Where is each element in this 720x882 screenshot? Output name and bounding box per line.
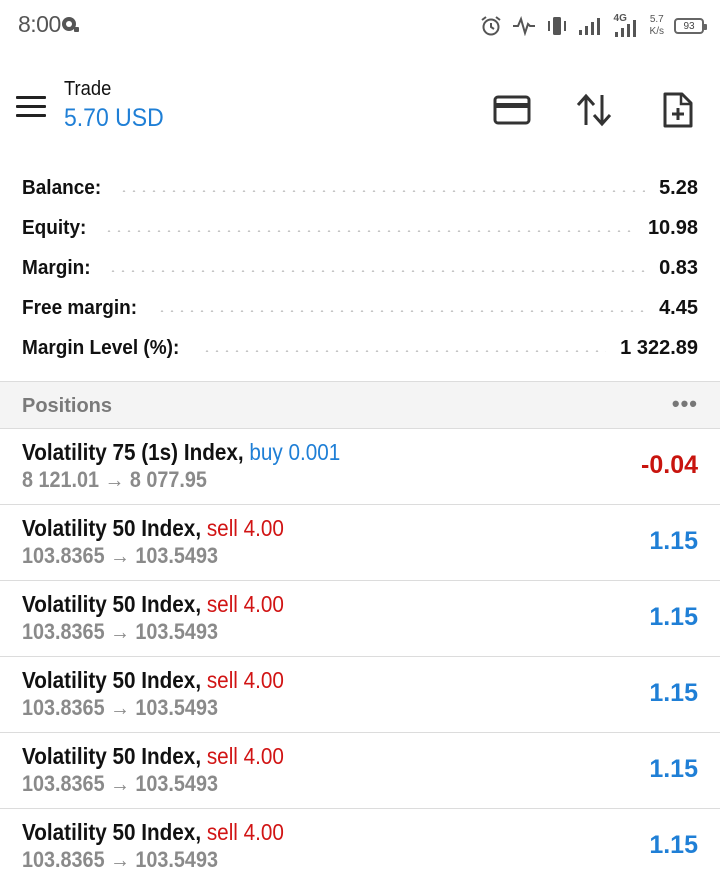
position-prices: 103.8365 → 103.5493 [22, 695, 218, 720]
position-profit: 1.15 [649, 679, 698, 707]
sort-button[interactable] [574, 90, 614, 130]
alarm-icon [480, 16, 501, 36]
position-profit: 1.15 [649, 831, 698, 859]
positions-title: Positions [22, 395, 113, 417]
deposit-button[interactable] [492, 90, 532, 130]
status-bar: 8:00 4G 5.7 K/s 93 [0, 0, 720, 52]
free-margin-label: Free margin: [22, 296, 138, 319]
app-toolbar: Trade 5.70 USD [0, 70, 720, 150]
network-speed: 5.7 K/s [649, 14, 664, 37]
balance-label: Balance: [22, 176, 102, 199]
margin-label: Margin: [22, 256, 91, 279]
position-symbol: Volatility 50 Index, [22, 819, 202, 845]
new-order-button[interactable] [658, 90, 698, 130]
position-symbol: Volatility 75 (1s) Index, [22, 439, 244, 465]
position-side: buy 0.001 [249, 439, 341, 465]
sort-arrows-icon [576, 93, 612, 127]
position-side: sell 4.00 [206, 667, 284, 693]
margin-level-label: Margin Level (%): [22, 336, 180, 359]
dotted-leader [119, 190, 646, 192]
margin-level-value: 1 322.89 [620, 336, 698, 359]
network-4g-icon: 4G [614, 13, 640, 37]
signal-icon [578, 18, 600, 35]
dotted-leader [103, 230, 634, 232]
dotted-leader [157, 310, 646, 312]
free-margin-value: 4.45 [659, 296, 698, 319]
position-row[interactable]: Volatility 50 Index, sell 4.00 103.8365 … [0, 505, 720, 581]
status-icons: 4G 5.7 K/s 93 [480, 12, 707, 40]
position-prices: 103.8365 → 103.5493 [22, 543, 218, 568]
position-side: sell 4.00 [206, 743, 284, 769]
dotted-leader [108, 270, 646, 272]
notification-icon [62, 17, 79, 32]
position-row[interactable]: Volatility 50 Index, sell 4.00 103.8365 … [0, 733, 720, 809]
credit-card-icon [493, 95, 531, 125]
position-row[interactable]: Volatility 50 Index, sell 4.00 103.8365 … [0, 657, 720, 733]
position-symbol: Volatility 50 Index, [22, 667, 202, 693]
position-prices: 8 121.01 → 8 077.95 [22, 467, 207, 492]
position-side: sell 4.00 [206, 819, 284, 845]
position-prices: 103.8365 → 103.5493 [22, 847, 218, 872]
summary-row-equity: Equity: 10.98 [0, 208, 720, 248]
summary-row-margin: Margin: 0.83 [0, 248, 720, 288]
page-title: Trade [64, 78, 112, 100]
summary-row-free-margin: Free margin: 4.45 [0, 288, 720, 328]
hamburger-icon [16, 96, 46, 99]
more-options-icon[interactable]: ••• [672, 391, 698, 417]
position-symbol: Volatility 50 Index, [22, 591, 202, 617]
balance-value: 5.28 [659, 176, 698, 199]
position-symbol: Volatility 50 Index, [22, 743, 202, 769]
new-document-icon [663, 92, 693, 128]
position-row[interactable]: Volatility 50 Index, sell 4.00 103.8365 … [0, 809, 720, 882]
position-prices: 103.8365 → 103.5493 [22, 619, 218, 644]
position-prices: 103.8365 → 103.5493 [22, 771, 218, 796]
position-profit: 1.15 [649, 755, 698, 783]
summary-row-balance: Balance: 5.28 [0, 168, 720, 208]
position-symbol: Volatility 50 Index, [22, 515, 202, 541]
position-row[interactable]: Volatility 50 Index, sell 4.00 103.8365 … [0, 581, 720, 657]
position-side: sell 4.00 [206, 591, 284, 617]
account-balance-subtitle: 5.70 USD [64, 104, 164, 132]
dotted-leader [201, 350, 607, 352]
title-block: Trade 5.70 USD [64, 78, 172, 133]
equity-value: 10.98 [647, 216, 698, 239]
position-side: sell 4.00 [206, 515, 284, 541]
positions-section-header: Positions ••• [0, 381, 720, 429]
positions-list: Volatility 75 (1s) Index, buy 0.001 8 12… [0, 429, 720, 882]
status-time: 8:00 [18, 11, 61, 37]
summary-row-margin-level: Margin Level (%): 1 322.89 [0, 328, 720, 368]
vibrate-icon [547, 17, 566, 35]
margin-value: 0.83 [659, 256, 698, 279]
account-summary: Balance: 5.28 Equity: 10.98 Margin: 0.83… [0, 168, 720, 368]
position-profit: 1.15 [649, 527, 698, 555]
battery-level: 93 [683, 20, 695, 32]
position-profit: 1.15 [649, 603, 698, 631]
position-row[interactable]: Volatility 75 (1s) Index, buy 0.001 8 12… [0, 429, 720, 505]
position-profit: -0.04 [641, 451, 698, 479]
battery-icon: 93 [674, 18, 707, 34]
activity-icon [512, 16, 535, 36]
menu-button[interactable] [16, 96, 48, 122]
equity-label: Equity: [22, 216, 87, 239]
